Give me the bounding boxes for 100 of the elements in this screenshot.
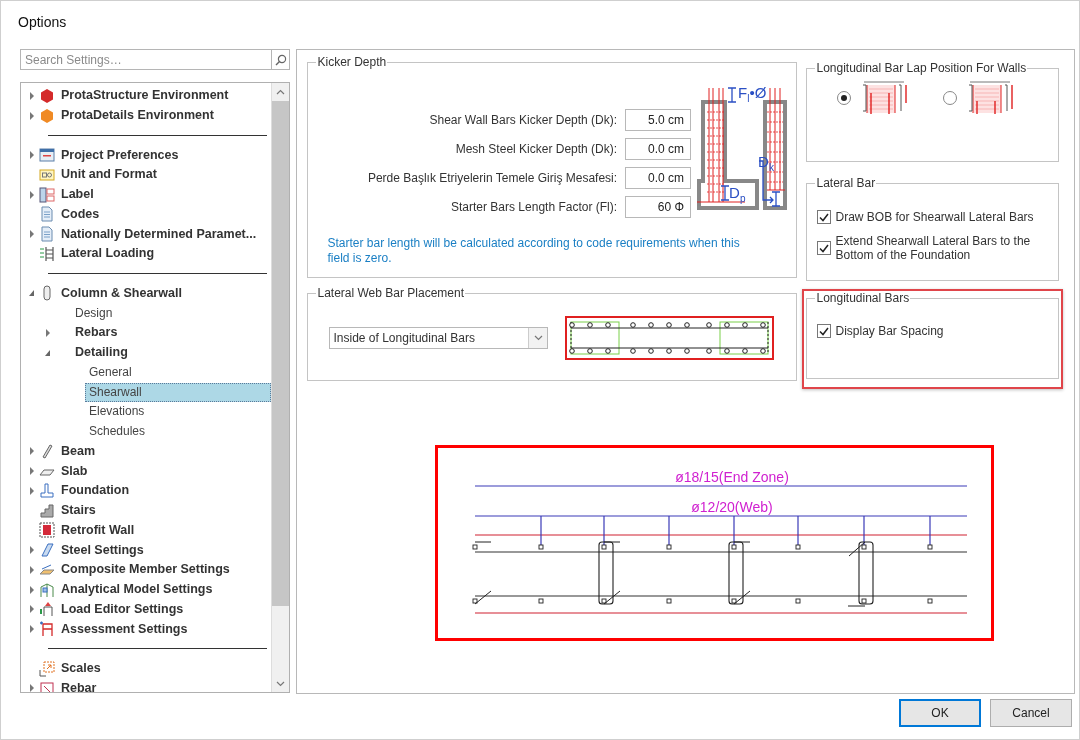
tree-item[interactable]: Stairs — [57, 501, 100, 521]
scale-icon — [38, 660, 55, 677]
field-label: Mesh Steel Kicker Depth (Dk): — [455, 142, 618, 156]
frame-icon — [38, 680, 55, 692]
expand-arrow-icon[interactable] — [28, 684, 35, 692]
expand-arrow-icon[interactable] — [28, 546, 35, 555]
placement-dropdown[interactable]: Inside of Longitudinal Bars — [329, 327, 549, 349]
expand-arrow-icon[interactable] — [28, 565, 35, 574]
checkmark-icon — [819, 326, 830, 336]
value-field[interactable]: 0.0 cm — [625, 167, 692, 189]
expand-arrow-icon[interactable] — [44, 348, 51, 357]
tree-item[interactable]: Schedules — [85, 422, 150, 442]
tree-item[interactable]: Beam — [57, 441, 100, 461]
window-title: Options — [17, 13, 68, 32]
group-title: Kicker Depth — [316, 55, 388, 69]
dimension-label: D$_{k}$ — [758, 154, 774, 175]
tree-item[interactable]: Elevations — [85, 402, 149, 422]
checkmark-icon — [819, 243, 830, 253]
search-field[interactable]: Search Settings… — [20, 49, 272, 70]
group-title: Longitudinal Bars — [815, 291, 911, 305]
field-label: Perde Başlık Etriyelerin Temele Giriş Mesafesi: — [367, 171, 618, 185]
group-title: Lateral Web Bar Placement — [316, 286, 465, 300]
frame-icon — [38, 621, 55, 638]
tree-item[interactable]: Codes — [57, 204, 104, 224]
tree-item[interactable]: Composite Member Settings — [57, 560, 234, 580]
hexagon-icon — [38, 87, 55, 104]
stairs-icon — [38, 502, 55, 519]
number-format-icon — [38, 166, 55, 183]
expand-arrow-icon[interactable] — [28, 625, 35, 634]
frame-model-icon — [38, 581, 55, 598]
scroll-up-icon[interactable] — [276, 88, 286, 95]
expand-arrow-icon[interactable] — [28, 151, 35, 160]
tree-item[interactable]: Load Editor Settings — [57, 599, 188, 619]
note-text: Starter bar length will be calculated according to code requirements when this field is zero. — [327, 236, 741, 266]
tree-item[interactable]: Label — [57, 185, 98, 205]
tree-item[interactable]: Project Preferences — [57, 145, 183, 165]
tree-item[interactable]: Assessment Settings — [57, 619, 192, 639]
tree-item[interactable]: Scales — [57, 659, 105, 679]
tree-item[interactable]: Slab — [57, 461, 92, 481]
field-label: Starter Bars Length Factor (Fl): — [451, 200, 618, 214]
tree-item[interactable]: General — [85, 362, 136, 382]
tree-item[interactable]: Rebars — [71, 323, 122, 343]
value-field[interactable]: 60 Φ — [625, 196, 692, 218]
expand-arrow-icon[interactable] — [28, 190, 35, 199]
dimension-label: F$_{l}$•Ø — [738, 85, 767, 106]
tree-item[interactable]: Nationally Determined Paramet... — [57, 224, 261, 244]
ladder-icon — [38, 245, 55, 262]
dialog-button[interactable]: Cancel — [990, 699, 1072, 727]
hexagon-icon — [38, 107, 55, 124]
load-icon — [38, 601, 55, 618]
tree-item[interactable]: Shearwall — [85, 382, 272, 402]
tree-item[interactable]: ProtaStructure Environment — [57, 86, 233, 106]
dimension-label: D$_{p}$ — [729, 185, 746, 206]
tree-item[interactable]: Design — [71, 303, 117, 323]
expand-arrow-icon[interactable] — [28, 91, 35, 100]
checkbox[interactable] — [817, 241, 832, 255]
search-icon[interactable] — [275, 53, 287, 66]
expand-arrow-icon[interactable] — [28, 467, 35, 476]
foundation-icon — [38, 482, 55, 499]
tree-item[interactable]: ProtaDetails Environment — [57, 106, 218, 126]
frame-icon — [38, 522, 55, 539]
tree-item[interactable]: Detailing — [71, 343, 132, 363]
tree-item[interactable]: Steel Settings — [57, 540, 148, 560]
window-icon — [38, 147, 55, 164]
scroll-down-icon[interactable] — [276, 680, 286, 687]
checkbox-label[interactable]: Display Bar Spacing — [835, 324, 1036, 338]
tree-item[interactable]: Analytical Model Settings — [57, 580, 217, 600]
dropdown-caret-icon[interactable] — [534, 335, 543, 341]
expand-arrow-icon[interactable] — [44, 328, 51, 337]
value-field[interactable]: 0.0 cm — [625, 138, 692, 160]
bar-label: ø18/15(End Zone) — [675, 469, 789, 485]
checkbox-label[interactable]: Extend Shearwall Lateral Bars to the Bottom of the Foundation — [835, 234, 1036, 262]
tree-item[interactable]: Retrofit Wall — [57, 520, 139, 540]
checkmark-icon — [819, 212, 830, 222]
document-icon — [38, 226, 55, 243]
radio-button[interactable] — [943, 91, 958, 105]
tree-item[interactable]: Column & Shearwall — [57, 283, 186, 303]
grid-icon — [38, 186, 55, 203]
checkbox[interactable] — [817, 324, 832, 338]
steel-beam-icon — [38, 542, 55, 559]
expand-arrow-icon[interactable] — [28, 605, 35, 614]
expand-arrow-icon[interactable] — [28, 585, 35, 594]
group-title: Lateral Bar — [815, 176, 877, 190]
expand-arrow-icon[interactable] — [28, 486, 35, 495]
expand-arrow-icon[interactable] — [28, 447, 35, 456]
tree-item[interactable]: Lateral Loading — [57, 244, 159, 264]
scrollbar-thumb[interactable] — [272, 101, 290, 606]
bar-label: ø12/20(Web) — [691, 499, 773, 515]
group-title: Longitudinal Bar Lap Position For Walls — [815, 61, 1028, 75]
value-field[interactable]: 5.0 cm — [625, 109, 692, 131]
expand-arrow-icon[interactable] — [28, 230, 35, 239]
tree-item[interactable]: Unit and Format — [57, 165, 161, 185]
radio-button[interactable] — [837, 91, 852, 105]
expand-arrow-icon[interactable] — [28, 289, 35, 298]
dialog-button[interactable]: OK — [899, 699, 981, 727]
checkbox-label[interactable]: Draw BOB for Shearwall Lateral Bars — [835, 210, 1036, 224]
tree-item[interactable]: Rebar — [57, 678, 101, 692]
checkbox[interactable] — [817, 210, 832, 224]
expand-arrow-icon[interactable] — [28, 111, 35, 120]
tree-item[interactable]: Foundation — [57, 481, 134, 501]
